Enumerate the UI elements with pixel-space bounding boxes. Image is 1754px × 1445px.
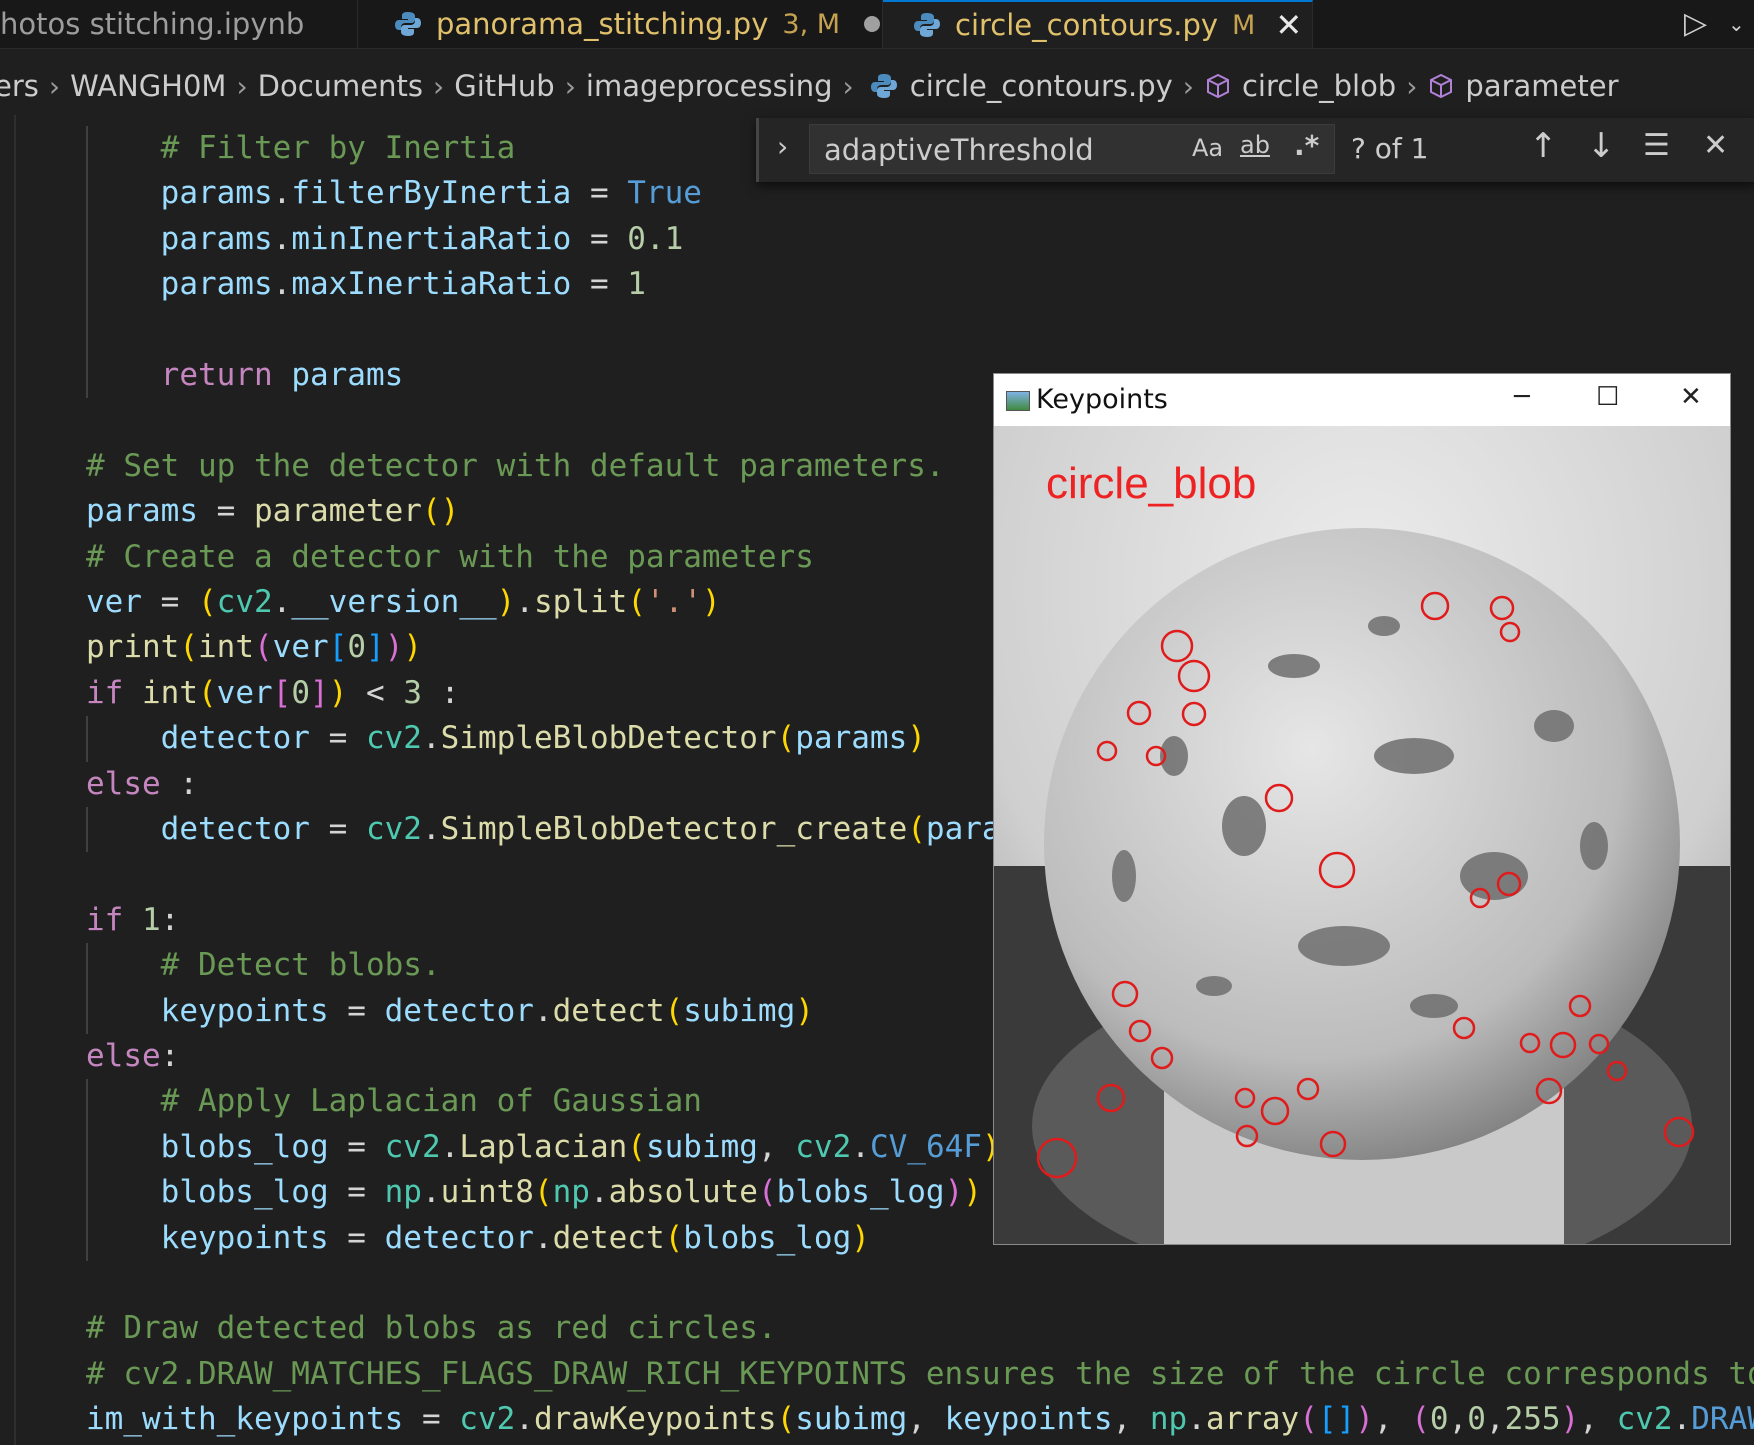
arrow-down-icon[interactable]: ↓: [1587, 126, 1616, 166]
code-line[interactable]: params.maxInertiaRatio = 1: [86, 262, 646, 306]
code-line[interactable]: # cv2.DRAW_MATCHES_FLAGS_DRAW_RICH_KEYPO…: [86, 1352, 1754, 1396]
overlay-label: circle_blob: [1046, 459, 1256, 508]
tab-label: hotos stitching.ipynb: [0, 7, 305, 41]
keypoints-window: Keypoints ─ ☐ ✕ circle_blob: [993, 373, 1731, 1245]
code-line[interactable]: # Draw detected blobs as red circles.: [86, 1306, 777, 1350]
tab-panorama-stitching[interactable]: panorama_stitching.py 3, M: [358, 0, 883, 48]
find-query: adaptiveThreshold: [824, 133, 1094, 167]
breadcrumb: ers › WANGH0M › Documents › GitHub › imagepr…: [0, 62, 1619, 110]
arrow-up-icon[interactable]: ↑: [1529, 126, 1558, 166]
breadcrumb-item[interactable]: GitHub: [454, 69, 555, 103]
code-line[interactable]: # Set up the detector with default param…: [86, 444, 945, 488]
code-line[interactable]: keypoints = detector.detect(subimg): [86, 989, 814, 1033]
cube-icon: [1206, 73, 1229, 99]
chevron-right-icon: ›: [842, 69, 854, 103]
breadcrumb-item[interactable]: ers: [0, 69, 39, 103]
code-line[interactable]: else :: [86, 762, 198, 806]
code-line[interactable]: im_with_keypoints = cv2.drawKeypoints(su…: [86, 1397, 1754, 1441]
chevron-right-icon: ›: [1182, 69, 1194, 103]
breadcrumb-item[interactable]: circle_blob: [1242, 69, 1396, 103]
tab-circle-contours[interactable]: circle_contours.py M ✕: [883, 0, 1313, 48]
code-line[interactable]: params.filterByInertia = True: [86, 171, 702, 215]
code-line[interactable]: detector = cv2.SimpleBlobDetector_create…: [86, 807, 1001, 851]
window-titlebar[interactable]: Keypoints ─ ☐ ✕: [994, 374, 1730, 426]
code-line[interactable]: params.minInertiaRatio = 0.1: [86, 217, 684, 261]
tab-label: panorama_stitching.py: [436, 7, 769, 41]
breadcrumb-item[interactable]: Documents: [258, 69, 423, 103]
tab-status: M: [1232, 9, 1256, 41]
indent-guide: [86, 1079, 88, 1261]
python-icon: [395, 12, 421, 36]
chevron-right-icon: ›: [564, 69, 576, 103]
code-line[interactable]: detector = cv2.SimpleBlobDetector(params…: [86, 716, 926, 760]
code-line[interactable]: blobs_log = cv2.Laplacian(subimg, cv2.CV…: [86, 1125, 1001, 1169]
regex-icon[interactable]: .*: [1294, 129, 1319, 162]
code-line[interactable]: blobs_log = np.uint8(np.absolute(blobs_l…: [86, 1170, 982, 1214]
tab-bar: hotos stitching.ipynb panorama_stitching…: [0, 0, 1754, 49]
window-title: Keypoints: [1036, 384, 1168, 415]
tab-status: 3, M: [782, 8, 841, 40]
code-line[interactable]: # Create a detector with the parameters: [86, 535, 814, 579]
code-line[interactable]: if 1:: [86, 898, 179, 942]
close-icon[interactable]: ✕: [1703, 128, 1728, 163]
find-input[interactable]: adaptiveThreshold Aa ab .*: [809, 124, 1335, 174]
editor-gutter-border: [14, 115, 16, 1445]
chevron-right-icon: ›: [48, 69, 61, 103]
indent-guide: [86, 807, 88, 853]
code-line[interactable]: # Detect blobs.: [86, 943, 441, 987]
breadcrumb-item[interactable]: parameter: [1465, 69, 1618, 103]
chevron-right-icon: ›: [1406, 69, 1418, 103]
breadcrumb-item[interactable]: circle_contours.py: [910, 69, 1173, 103]
find-result-count: ? of 1: [1351, 132, 1429, 165]
tab-label: circle_contours.py: [955, 8, 1219, 42]
app-icon: [1006, 391, 1030, 411]
chevron-right-icon[interactable]: ›: [777, 130, 788, 163]
close-icon[interactable]: ✕: [1680, 382, 1702, 412]
keypoints-image: circle_blob: [994, 426, 1730, 1244]
python-icon: [914, 13, 940, 37]
indent-guide: [86, 126, 88, 399]
tab-photos-stitching[interactable]: hotos stitching.ipynb: [0, 0, 358, 48]
python-icon: [870, 74, 897, 98]
maximize-icon[interactable]: ☐: [1596, 382, 1619, 412]
whole-word-icon[interactable]: ab: [1240, 131, 1270, 159]
find-in-selection-icon[interactable]: ☰: [1643, 128, 1670, 163]
breadcrumb-item[interactable]: imageprocessing: [586, 69, 833, 103]
code-line[interactable]: params = parameter(): [86, 489, 459, 533]
code-line[interactable]: print(int(ver[0])): [86, 625, 422, 669]
code-line[interactable]: return params: [86, 353, 404, 397]
cube-icon: [1430, 73, 1453, 99]
unsaved-dot-icon[interactable]: [864, 16, 881, 32]
find-widget: › adaptiveThreshold Aa ab .* ? of 1 ↑ ↓ …: [756, 118, 1754, 182]
code-line[interactable]: # Apply Laplacian of Gaussian: [86, 1079, 702, 1123]
play-icon[interactable]: ▷: [1684, 6, 1707, 41]
chevron-right-icon: ›: [433, 69, 445, 103]
code-line[interactable]: # Filter by Inertia: [86, 126, 516, 170]
indent-guide: [86, 716, 88, 762]
code-line[interactable]: keypoints = detector.detect(blobs_log): [86, 1216, 870, 1260]
close-icon[interactable]: ✕: [1275, 6, 1302, 44]
chevron-down-icon[interactable]: ⌄: [1728, 12, 1745, 36]
minimize-icon[interactable]: ─: [1514, 382, 1530, 412]
code-line[interactable]: ver = (cv2.__version__).split('.'): [86, 580, 721, 624]
code-line[interactable]: else:: [86, 1034, 179, 1078]
chevron-right-icon: ›: [236, 69, 248, 103]
code-line[interactable]: if int(ver[0]) < 3 :: [86, 671, 459, 715]
breadcrumb-item[interactable]: WANGH0M: [70, 69, 226, 103]
indent-guide: [86, 943, 88, 1034]
match-case-icon[interactable]: Aa: [1192, 134, 1223, 162]
